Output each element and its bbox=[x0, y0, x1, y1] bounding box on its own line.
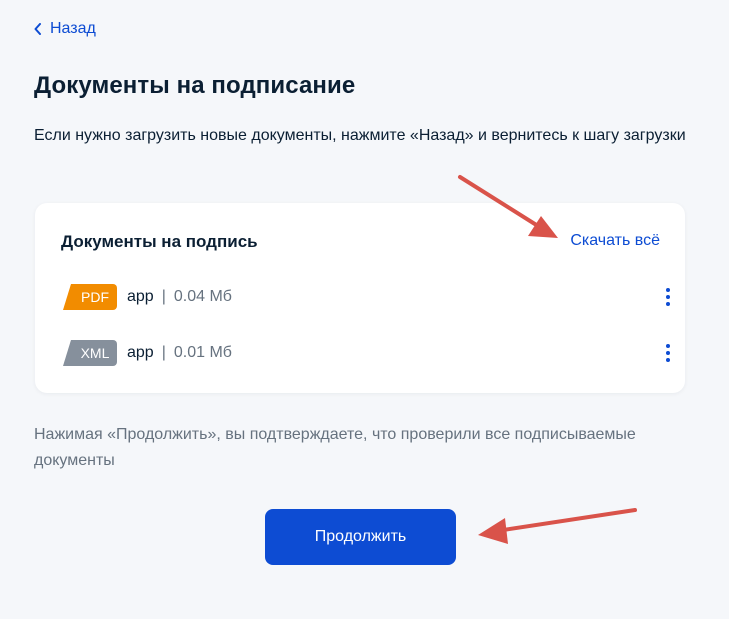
xml-file-icon: XML bbox=[63, 340, 117, 366]
file-size: 0.01 Мб bbox=[173, 344, 232, 361]
file-row: PDF app | 0.04 Мб bbox=[63, 284, 670, 310]
back-label[interactable]: Назад bbox=[50, 20, 96, 38]
file-name[interactable]: app bbox=[127, 288, 154, 306]
more-menu-icon[interactable] bbox=[661, 340, 675, 366]
documents-card: Документы на подпись Скачать всё PDF app… bbox=[35, 203, 685, 393]
chevron-left-icon bbox=[34, 23, 41, 35]
pdf-file-icon: PDF bbox=[63, 284, 117, 310]
page-title: Документы на подписание bbox=[34, 72, 356, 99]
confirm-note: Нажимая «Продолжить», вы подтверждаете, … bbox=[34, 426, 636, 469]
file-type-label: XML bbox=[80, 345, 110, 361]
more-menu-icon[interactable] bbox=[661, 284, 675, 310]
page: Назад Документы на подписание Если нужно… bbox=[0, 0, 729, 619]
file-type-label: PDF bbox=[81, 289, 109, 305]
back-link[interactable]: Назад bbox=[34, 20, 96, 38]
file-name[interactable]: app bbox=[127, 344, 154, 362]
intro-text: Если нужно загрузить новые документы, на… bbox=[34, 127, 686, 144]
download-all-link[interactable]: Скачать всё bbox=[570, 232, 660, 250]
file-separator: | bbox=[161, 344, 166, 361]
annotation-arrow-continue bbox=[478, 508, 637, 544]
file-size: 0.04 Мб bbox=[173, 288, 232, 305]
file-row: XML app | 0.01 Мб bbox=[63, 340, 670, 366]
card-title: Документы на подпись bbox=[61, 232, 258, 251]
file-separator: | bbox=[161, 288, 166, 305]
continue-button[interactable]: Продолжить bbox=[265, 509, 456, 565]
